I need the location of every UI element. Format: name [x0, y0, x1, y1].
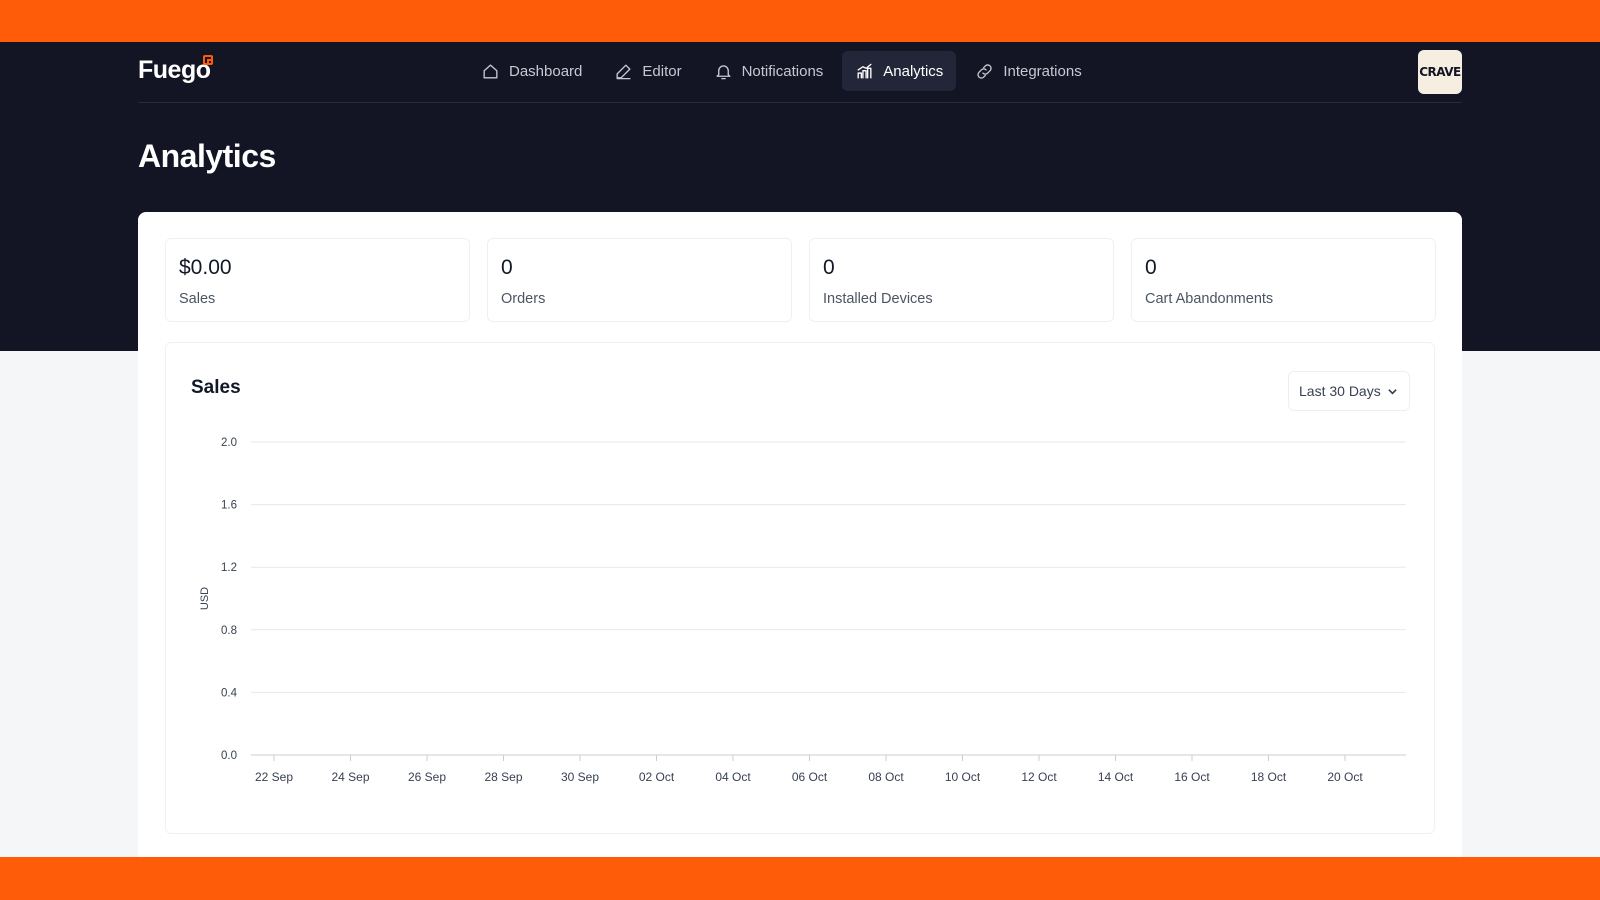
x-tick-label: 30 Sep: [561, 770, 599, 784]
nav-item-label: Editor: [642, 62, 682, 80]
x-tick-label: 22 Sep: [255, 770, 293, 784]
bottom-accent-band: [0, 857, 1600, 900]
stat-label: Installed Devices: [823, 291, 933, 307]
sales-chart: 0.0 0.4 0.8 1.2 1.6 2.0 USD 22 Sep 24 Sep 26 Sep 2…: [199, 437, 1406, 784]
stat-card-orders: 0 Orders: [487, 238, 792, 322]
stat-card-sales: $0.00 Sales: [165, 238, 470, 322]
nav-item-notifications[interactable]: Notifications: [701, 51, 837, 91]
fuego-logo[interactable]: Fuego: [138, 55, 213, 85]
x-tick-label: 06 Oct: [792, 770, 828, 784]
y-tick-label: 2.0: [221, 437, 237, 449]
y-tick-label: 0.0: [221, 750, 237, 762]
x-tick-label: 28 Sep: [484, 770, 522, 784]
x-tick-label: 08 Oct: [868, 770, 904, 784]
x-tick-label: 10 Oct: [945, 770, 981, 784]
page-title: Analytics: [138, 138, 276, 174]
y-tick-label: 1.2: [221, 562, 237, 574]
y-tick-label: 0.4: [221, 687, 238, 699]
x-tick-label: 26 Sep: [408, 770, 446, 784]
app-window: Fuego Dashboard Editor Notifications Ana…: [0, 42, 1600, 857]
stat-label: Sales: [179, 291, 216, 307]
nav-item-label: Analytics: [883, 62, 944, 80]
x-tick-label: 20 Oct: [1327, 770, 1363, 784]
analytics-card: $0.00 Sales 0 Orders 0 Installed Devices…: [138, 212, 1462, 857]
nav-item-editor[interactable]: Editor: [601, 51, 694, 91]
x-tick-label: 12 Oct: [1021, 770, 1057, 784]
x-tick-label: 18 Oct: [1251, 770, 1287, 784]
top-navbar: Fuego Dashboard Editor Notifications Ana…: [138, 42, 1462, 103]
nav-item-integrations[interactable]: Integrations: [962, 51, 1094, 91]
nav-item-analytics[interactable]: Analytics: [842, 51, 957, 91]
stat-card-installed-devices: 0 Installed Devices: [809, 238, 1114, 322]
bar-chart-icon: [857, 63, 872, 79]
nav-item-dashboard[interactable]: Dashboard: [468, 51, 595, 91]
stat-value: 0: [1145, 256, 1157, 279]
link-icon: [977, 63, 992, 79]
stat-label: Orders: [501, 291, 546, 307]
sales-chart-panel: Sales Last 30 Days 0.0 0.4 0.8 1.2 1.6 2.0 USD…: [165, 342, 1435, 834]
y-axis-label: USD: [199, 587, 211, 610]
top-accent-band: [0, 0, 1600, 42]
y-tick-label: 0.8: [221, 625, 237, 637]
pencil-icon: [616, 63, 631, 79]
stat-value: 0: [823, 256, 835, 279]
bell-icon: [716, 64, 731, 79]
logo-text: Fuego: [138, 56, 211, 84]
x-tick-label: 24 Sep: [331, 770, 369, 784]
y-tick-label: 1.6: [221, 500, 237, 512]
x-tick-label: 16 Oct: [1174, 770, 1210, 784]
nav-item-label: Integrations: [1003, 62, 1082, 80]
nav-item-label: Dashboard: [509, 62, 583, 80]
stat-value: $0.00: [179, 256, 232, 279]
home-icon: [483, 63, 498, 79]
stat-value: 0: [501, 256, 513, 279]
stat-card-cart-abandonments: 0 Cart Abandonments: [1131, 238, 1436, 322]
logo-mark-icon: [203, 55, 213, 65]
x-tick-label: 14 Oct: [1098, 770, 1134, 784]
avatar-label: CRAVE: [1419, 65, 1461, 79]
x-tick-label: 02 Oct: [639, 770, 675, 784]
account-avatar[interactable]: CRAVE: [1418, 50, 1462, 94]
x-tick-label: 04 Oct: [715, 770, 751, 784]
stat-label: Cart Abandonments: [1145, 291, 1274, 307]
nav-item-label: Notifications: [741, 62, 824, 80]
main-nav: Dashboard Editor Notifications Analytics…: [468, 51, 1095, 91]
